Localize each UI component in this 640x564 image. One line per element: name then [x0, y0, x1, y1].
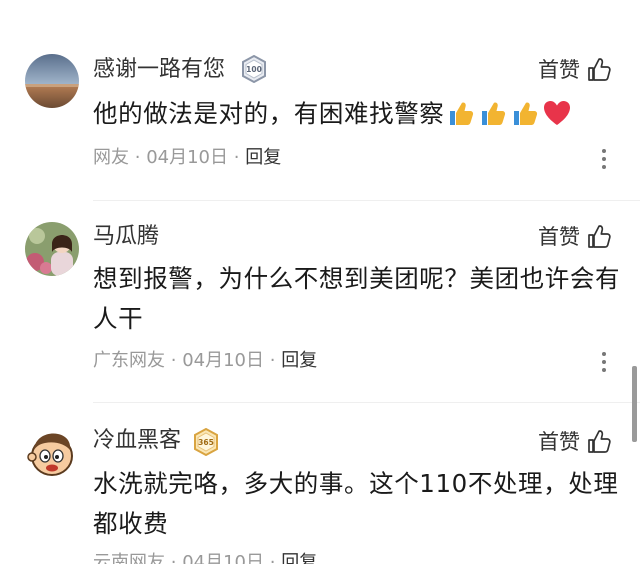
comment-text: 水洗就完咯，多大的事。这个110不处理，处理都收费 — [93, 469, 619, 538]
username[interactable]: 冷血黑客 — [93, 428, 181, 454]
more-options-icon[interactable] — [601, 352, 607, 372]
thumbs-up-emoji-icon — [450, 102, 474, 125]
comment-content: 想到报警，为什么不想到美团呢？美团也许会有人干 — [93, 259, 623, 339]
thumb-up-icon — [588, 225, 611, 248]
comment-content: 他的做法是对的，有困难找警察 — [93, 94, 623, 134]
reply-button[interactable]: 回复 — [245, 147, 281, 168]
level-badge-icon: 100 — [241, 54, 267, 84]
comment-meta: 广东网友 · 04月10日 · 回复 — [93, 350, 318, 371]
thumbs-up-emoji-icon — [514, 102, 538, 125]
red-heart-emoji-icon — [544, 101, 571, 125]
username[interactable]: 感谢一路有您 — [93, 57, 225, 83]
divider — [93, 402, 640, 403]
scrollbar[interactable] — [632, 366, 637, 442]
comment-content: 水洗就完咯，多大的事。这个110不处理，处理都收费 — [93, 464, 623, 544]
comment-meta: 云南网友 · 04月10日 · 回复 — [93, 552, 317, 564]
comment-text: 想到报警，为什么不想到美团呢？美团也许会有人干 — [93, 264, 621, 333]
username[interactable]: 马瓜腾 — [93, 224, 159, 250]
date: 04月10日 — [146, 147, 229, 168]
reply-button[interactable]: 回复 — [281, 552, 317, 564]
like-button[interactable]: 首赞 — [538, 224, 612, 250]
level-badge-icon: 365 — [193, 427, 219, 457]
level-badge-label: 365 — [198, 438, 214, 447]
location: 云南网友 — [93, 552, 165, 564]
location: 广东网友 — [93, 350, 165, 371]
date: 04月10日 — [182, 350, 265, 371]
thumbs-up-emoji-icon — [482, 102, 506, 125]
avatar[interactable] — [25, 222, 79, 276]
like-label: 首赞 — [538, 225, 580, 249]
divider — [93, 200, 640, 201]
more-options-icon[interactable] — [601, 149, 607, 169]
location: 网友 — [93, 147, 129, 168]
date: 04月10日 — [182, 552, 265, 564]
thumb-up-icon — [588, 430, 611, 453]
level-badge-label: 100 — [246, 65, 262, 74]
thumb-up-icon — [588, 58, 611, 81]
avatar[interactable] — [25, 426, 79, 480]
comment-text: 他的做法是对的，有困难找警察 — [93, 99, 445, 128]
like-label: 首赞 — [538, 58, 580, 82]
reply-button[interactable]: 回复 — [281, 350, 317, 371]
avatar[interactable] — [25, 54, 79, 108]
like-button[interactable]: 首赞 — [538, 57, 612, 83]
like-button[interactable]: 首赞 — [538, 429, 612, 455]
comment-meta: 网友 · 04月10日 · 回复 — [93, 147, 282, 168]
like-label: 首赞 — [538, 430, 580, 454]
